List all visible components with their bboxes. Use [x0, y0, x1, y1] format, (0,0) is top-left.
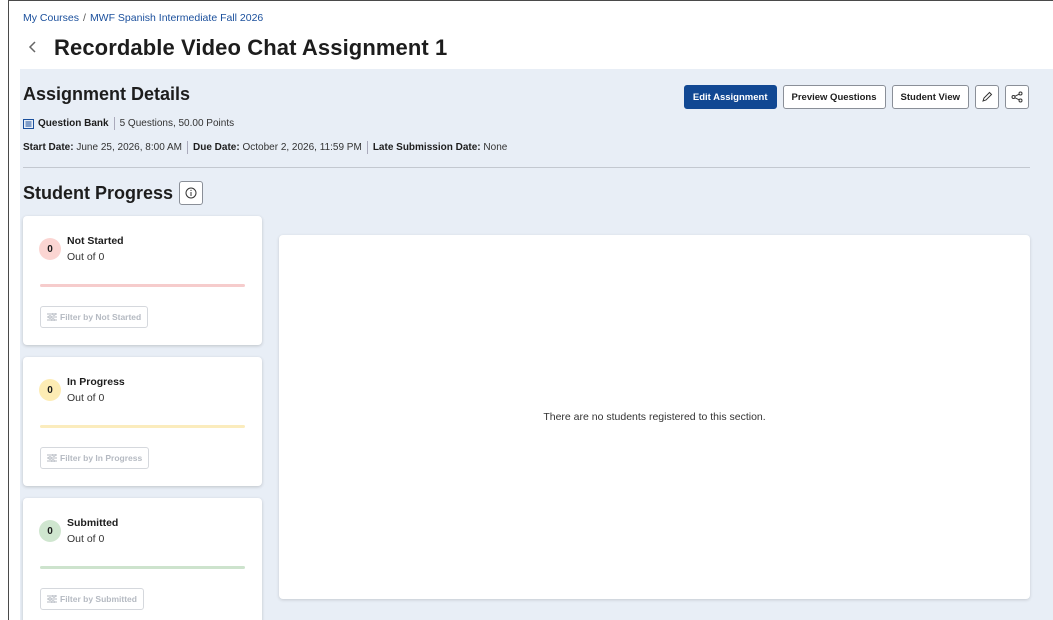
card-subtext: Out of 0	[67, 533, 105, 545]
filter-submitted-button[interactable]: Filter by Submitted	[40, 588, 144, 610]
filter-label: Filter by Not Started	[60, 312, 142, 322]
share-button[interactable]	[1005, 85, 1029, 109]
question-bank-label: Question Bank	[38, 118, 109, 129]
count-badge: 0	[39, 520, 61, 542]
due-date-label: Due Date:	[193, 142, 240, 153]
meta-separator	[366, 141, 368, 154]
student-view-button[interactable]: Student View	[891, 85, 969, 109]
start-date-label: Start Date:	[23, 142, 74, 153]
breadcrumb-item-course[interactable]: MWF Spanish Intermediate Fall 2026	[90, 12, 263, 24]
card-subtext: Out of 0	[67, 392, 105, 404]
student-progress-heading: Student Progress	[23, 182, 174, 203]
meta-separator	[113, 117, 115, 130]
progress-bar	[40, 425, 245, 428]
count-badge: 0	[39, 238, 61, 260]
dates-row: Start Date: June 25, 2026, 8:00 AM Due D…	[23, 141, 507, 154]
progress-bar	[40, 284, 245, 287]
progress-card-in-progress: 0 In Progress Out of 0 Filter by In Prog…	[23, 357, 262, 486]
student-progress-header: Student Progress	[23, 181, 204, 205]
meta-separator	[187, 141, 188, 154]
assignment-details-heading: Assignment Details	[23, 84, 191, 104]
section-divider	[23, 167, 1030, 168]
progress-card-not-started: 0 Not Started Out of 0 Filter by Not Sta…	[23, 216, 262, 345]
breadcrumb: My Courses / MWF Spanish Intermediate Fall…	[23, 12, 263, 24]
filter-not-started-button[interactable]: Filter by Not Started	[40, 306, 149, 328]
info-button[interactable]	[179, 181, 204, 205]
start-date-value: June 25, 2026, 8:00 AM	[76, 142, 182, 153]
filter-label: Filter by Submitted	[60, 594, 137, 604]
page-title: Recordable Video Chat Assignment 1	[54, 35, 448, 60]
card-subtext: Out of 0	[67, 251, 105, 263]
share-icon	[1011, 91, 1023, 103]
card-label: In Progress	[67, 376, 125, 388]
filter-icon	[47, 313, 57, 321]
card-label: Submitted	[67, 517, 119, 529]
late-date-value: None	[483, 142, 508, 153]
edit-pencil-button[interactable]	[975, 85, 999, 109]
info-icon	[185, 187, 197, 199]
frame-top-border	[8, 0, 1053, 1]
chevron-left-icon[interactable]	[28, 34, 44, 62]
empty-state-message: There are no students registered to this…	[543, 411, 766, 423]
filter-icon	[47, 454, 57, 462]
preview-questions-button[interactable]: Preview Questions	[782, 85, 886, 109]
assignment-toolbar: Edit Assignment Preview Questions Studen…	[683, 85, 1029, 109]
question-bank-icon	[23, 118, 34, 129]
question-bank-summary: 5 Questions, 50.00 Points	[119, 118, 235, 129]
edit-assignment-button[interactable]: Edit Assignment	[683, 85, 777, 109]
due-date-value: October 2, 2026, 11:59 PM	[242, 142, 362, 153]
filter-label: Filter by In Progress	[60, 453, 143, 463]
breadcrumb-item-my-courses[interactable]: My Courses	[23, 12, 79, 24]
progress-card-submitted: 0 Submitted Out of 0 Filter by Submitted	[23, 498, 262, 620]
question-bank-row: Question Bank 5 Questions, 50.00 Points	[23, 117, 234, 130]
title-row: Recordable Video Chat Assignment 1	[28, 34, 447, 62]
student-list-panel: There are no students registered to this…	[279, 235, 1030, 599]
progress-bar	[40, 566, 245, 569]
late-date-label: Late Submission Date:	[372, 142, 481, 153]
frame-left-border	[8, 0, 9, 620]
filter-icon	[47, 595, 57, 603]
assignment-panel: Assignment Details Question Bank 5 Quest…	[20, 69, 1053, 620]
card-label: Not Started	[67, 235, 124, 247]
breadcrumb-separator: /	[83, 12, 86, 24]
pencil-icon	[982, 91, 993, 102]
count-badge: 0	[39, 379, 61, 401]
filter-in-progress-button[interactable]: Filter by In Progress	[40, 447, 150, 469]
